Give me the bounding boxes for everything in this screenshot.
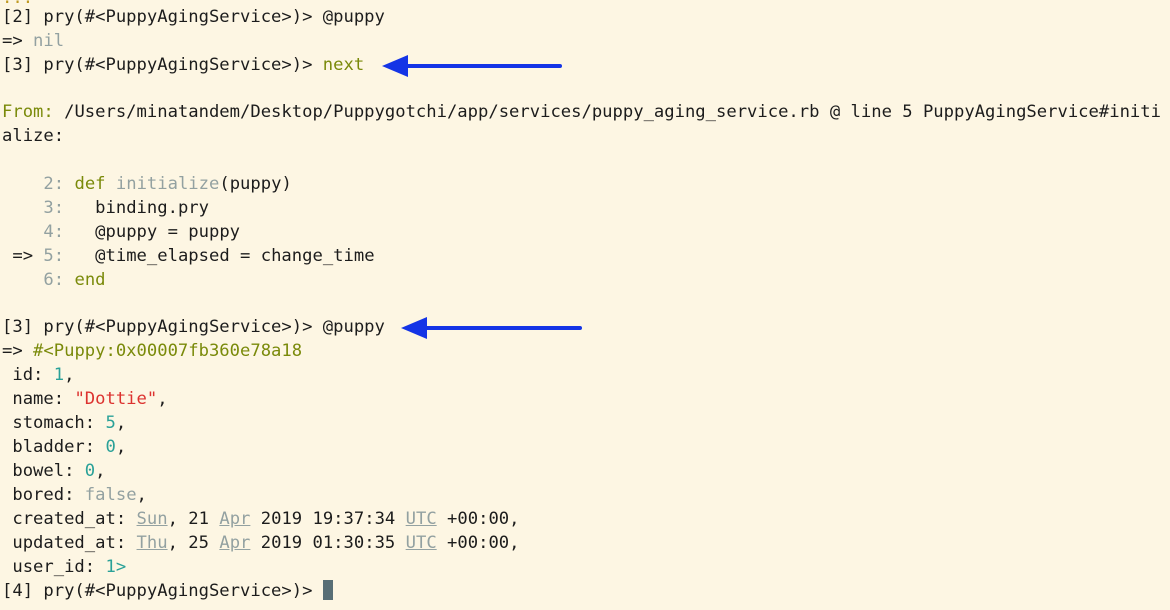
- return-line: => #<Puppy:0x00007fb360e78a18: [2, 339, 302, 363]
- field-line: bladder: 0,: [2, 437, 127, 457]
- prompt: [4] pry(#<PuppyAgingService>)>: [2, 581, 323, 601]
- annotation-arrow-1: [382, 55, 562, 77]
- offset: +00:00: [447, 509, 510, 529]
- code-text: @time_elapsed = change_time: [74, 246, 375, 266]
- line-marker: [2, 270, 43, 290]
- datetime: 2019 19:37:34: [260, 509, 396, 529]
- day-name: Thu: [136, 533, 168, 553]
- field-key: bowel:: [2, 461, 85, 481]
- field-line: name: "Dottie",: [2, 389, 168, 409]
- field-value: 0: [84, 461, 96, 481]
- code-line: 3: binding.pry: [2, 196, 209, 220]
- pry-prompt-line: [3] pry(#<PuppyAgingService>)> @puppy: [2, 315, 385, 339]
- field-key: id:: [2, 365, 54, 385]
- return-arrow: =>: [2, 31, 34, 51]
- text-cursor: [322, 580, 333, 600]
- field-value: 1: [53, 365, 65, 385]
- current-line-marker: =>: [2, 246, 44, 266]
- line-number: 2:: [43, 174, 65, 194]
- line-number: 5:: [43, 246, 65, 266]
- line-marker: [2, 198, 43, 218]
- code-text: (puppy): [219, 174, 292, 194]
- command: @puppy: [322, 317, 385, 337]
- from-label: From:: [2, 102, 65, 122]
- pry-prompt-line-active[interactable]: [4] pry(#<PuppyAgingService>)>: [2, 579, 333, 603]
- field-key: created_at:: [2, 509, 137, 529]
- line-number: 4:: [43, 222, 65, 242]
- object-header: #<Puppy:0x00007fb360e78a18: [33, 341, 303, 361]
- timezone: UTC: [405, 509, 437, 529]
- field-value: 1>: [105, 557, 127, 577]
- field-key: bored:: [2, 485, 85, 505]
- field-line: bowel: 0,: [2, 461, 106, 481]
- code-text: @puppy = puppy: [74, 222, 241, 242]
- return-value: nil: [33, 31, 65, 51]
- line-number: 6:: [43, 270, 65, 290]
- from-path: /Users/minatandem/Desktop/Puppygotchi/ap…: [64, 102, 1161, 122]
- command: next: [322, 55, 365, 75]
- field-value: 0: [105, 437, 116, 457]
- field-key: updated_at:: [2, 533, 137, 553]
- from-path-continued: alize:: [2, 126, 65, 146]
- code-line-current: => 5: @time_elapsed = change_time: [2, 244, 375, 268]
- field-line: updated_at: Thu, 25 Apr 2019 01:30:35 UT…: [2, 533, 520, 553]
- month: Apr: [219, 509, 251, 529]
- field-line: stomach: 5,: [2, 413, 127, 433]
- datetime: 2019 01:30:35: [260, 533, 396, 553]
- line-number: 3:: [43, 198, 65, 218]
- field-line: id: 1,: [2, 365, 75, 385]
- day: 21: [188, 509, 209, 529]
- from-line-continued: alize:: [2, 124, 64, 148]
- month: Apr: [219, 533, 251, 553]
- from-line: From: /Users/minatandem/Desktop/Puppygot…: [2, 100, 1161, 124]
- line-marker: [2, 222, 43, 242]
- terminal-window[interactable]: ... [2] pry(#<PuppyAgingService>)> @pupp…: [0, 0, 1170, 610]
- day-name: Sun: [136, 509, 168, 529]
- field-key: stomach:: [2, 413, 106, 433]
- code-line: 2: def initialize(puppy): [2, 172, 292, 196]
- pry-prompt-line: [2] pry(#<PuppyAgingService>)> @puppy: [2, 5, 385, 29]
- pry-prompt-line: [3] pry(#<PuppyAgingService>)> next: [2, 53, 364, 77]
- field-line: user_id: 1>: [2, 555, 126, 579]
- field-value: false: [84, 485, 137, 505]
- field-key: name:: [2, 389, 75, 409]
- day: 25: [188, 533, 209, 553]
- field-line: created_at: Sun, 21 Apr 2019 19:37:34 UT…: [2, 509, 520, 529]
- field-value: 5: [105, 413, 116, 433]
- keyword: end: [74, 270, 106, 290]
- prompt: [3] pry(#<PuppyAgingService>)>: [2, 317, 323, 337]
- field-value: "Dottie": [74, 389, 158, 409]
- field-key: bladder:: [2, 437, 106, 457]
- command: @puppy: [322, 7, 385, 27]
- line-marker: [2, 174, 43, 194]
- annotation-arrow-2: [401, 317, 582, 339]
- code-line: 4: @puppy = puppy: [2, 220, 240, 244]
- field-line: bored: false,: [2, 485, 147, 505]
- offset: +00:00: [447, 533, 510, 553]
- timezone: UTC: [405, 533, 437, 553]
- field-key: user_id:: [2, 557, 106, 577]
- method-name: initialize: [115, 174, 220, 194]
- return-line: => nil: [2, 29, 64, 53]
- keyword: def: [74, 174, 116, 194]
- prompt: [3] pry(#<PuppyAgingService>)>: [2, 55, 323, 75]
- return-arrow: =>: [2, 341, 34, 361]
- code-line: 6: end: [2, 268, 106, 292]
- prompt: [2] pry(#<PuppyAgingService>)>: [2, 7, 323, 27]
- code-text: binding.pry: [74, 198, 209, 218]
